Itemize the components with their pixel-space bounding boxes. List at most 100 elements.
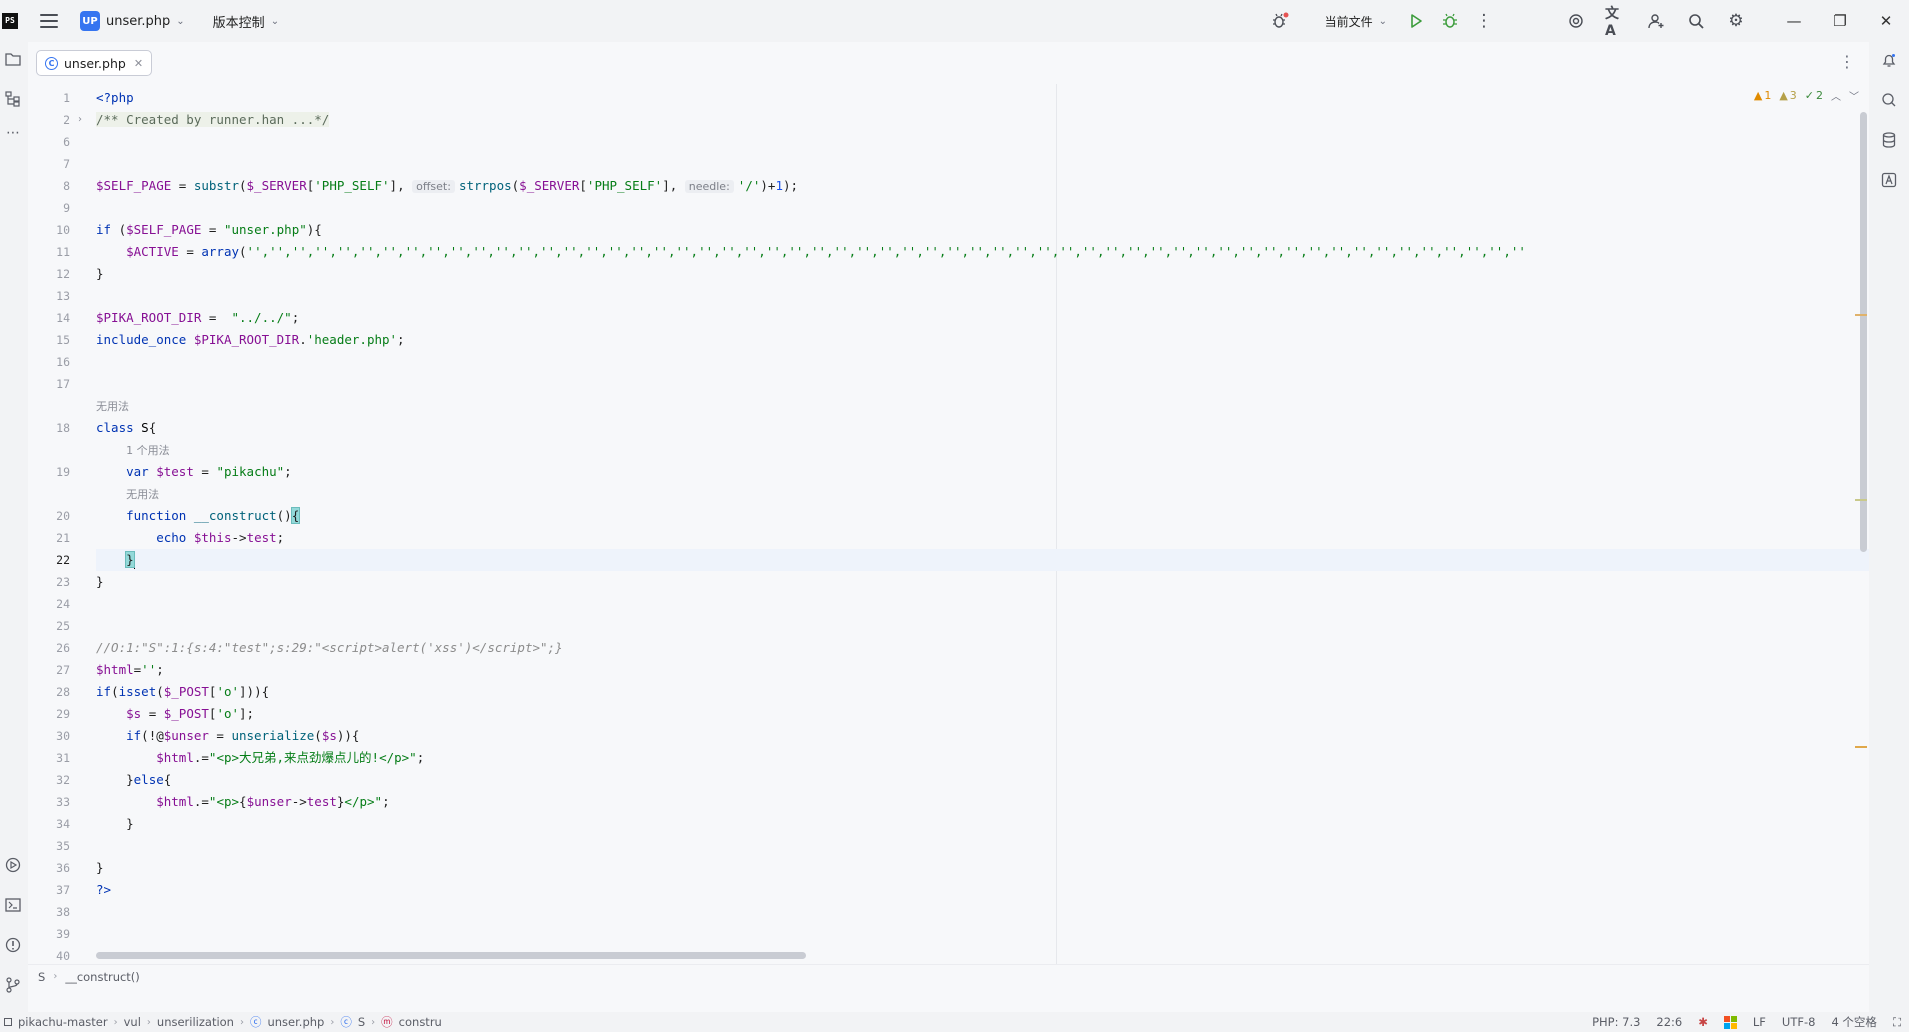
- code-line[interactable]: $html.="<p>大兄弟,来点劲爆点儿的!</p>";: [96, 747, 424, 769]
- code-line[interactable]: }: [96, 813, 134, 835]
- code-line[interactable]: }: [96, 263, 104, 285]
- weak-warning-count[interactable]: ✓ 2: [1805, 89, 1823, 102]
- horizontal-scrollbar[interactable]: [96, 952, 806, 959]
- error-count[interactable]: ▲ 1: [1754, 89, 1771, 102]
- fold-expand-icon[interactable]: ›: [78, 109, 82, 131]
- breadcrumb-class[interactable]: S: [38, 970, 45, 984]
- tab-options-icon[interactable]: ⋮: [1839, 52, 1855, 71]
- warning-marker[interactable]: [1855, 746, 1867, 748]
- code-line[interactable]: if(!@$unser = unserialize($s)){: [96, 725, 359, 747]
- code-line[interactable]: }: [96, 549, 135, 571]
- code-line[interactable]: }: [96, 571, 104, 593]
- code-line[interactable]: $html='';: [96, 659, 164, 681]
- more-vertical-icon[interactable]: ⋮: [1473, 10, 1495, 32]
- code-line[interactable]: function __construct(){: [96, 505, 301, 527]
- path-method[interactable]: constru: [399, 1015, 442, 1029]
- code-line[interactable]: ?>: [96, 879, 111, 901]
- next-highlight-icon[interactable]: ﹀: [1849, 88, 1859, 103]
- status-bar: pikachu-master › vul › unserilization › …: [0, 1012, 1909, 1032]
- code-line[interactable]: class S{: [96, 417, 156, 439]
- code-line[interactable]: 无用法: [96, 483, 159, 505]
- project-icon: [4, 1018, 12, 1026]
- code-line[interactable]: echo $this->test;: [96, 527, 284, 549]
- close-window-button[interactable]: ✕: [1863, 0, 1909, 42]
- translate-icon[interactable]: 文A: [1605, 6, 1627, 39]
- line-number: 26: [56, 641, 70, 655]
- search-icon[interactable]: [1685, 10, 1707, 32]
- ai-chat-icon[interactable]: [1877, 88, 1901, 112]
- line-number: 8: [63, 179, 70, 193]
- line-number: [46, 483, 70, 505]
- git-branch-icon[interactable]: [2, 974, 24, 996]
- code-line[interactable]: $s = $_POST['o'];: [96, 703, 254, 725]
- code-line[interactable]: 无用法: [96, 395, 129, 417]
- file-encoding[interactable]: UTF-8: [1782, 1015, 1816, 1029]
- line-number: 36: [56, 861, 70, 875]
- weak-warning-marker[interactable]: [1855, 499, 1867, 501]
- code-line[interactable]: //O:1:"S":1:{s:4:"test";s:29:"<script>al…: [96, 637, 563, 659]
- main-menu-button[interactable]: [40, 14, 58, 28]
- project-selector[interactable]: UP unser.php ⌄: [80, 11, 185, 31]
- run-services-icon[interactable]: [2, 854, 24, 876]
- path-folder-unserilization[interactable]: unserilization: [157, 1015, 234, 1029]
- inspection-indicators[interactable]: ▲ 1 ▲ 3 ✓ 2 ︿ ﹀: [1754, 88, 1859, 103]
- warning-marker[interactable]: [1855, 314, 1867, 316]
- line-separator[interactable]: LF: [1753, 1015, 1766, 1029]
- code-line[interactable]: if ($SELF_PAGE = "unser.php"){: [96, 219, 322, 241]
- code-line[interactable]: include_once $PIKA_ROOT_DIR.'header.php'…: [96, 329, 405, 351]
- lock-icon[interactable]: ⛶: [1893, 1015, 1901, 1030]
- tab-unser-php[interactable]: C unser.php ✕: [36, 50, 153, 76]
- breadcrumb-method[interactable]: __construct(): [65, 970, 139, 984]
- structure-icon[interactable]: [2, 88, 24, 110]
- more-tools-icon[interactable]: ⋯: [2, 122, 24, 144]
- code-text[interactable]: <?php/** Created by runner.han ...*/ $SEL…: [96, 84, 1869, 964]
- code-line[interactable]: if(isset($_POST['o'])){: [96, 681, 269, 703]
- code-line[interactable]: $PIKA_ROOT_DIR = "../../";: [96, 307, 299, 329]
- indent-setting[interactable]: 4 个空格: [1831, 1014, 1876, 1030]
- php-version[interactable]: PHP: 7.3: [1592, 1015, 1640, 1029]
- run-icon[interactable]: [1405, 10, 1427, 32]
- ai-assistant-icon[interactable]: [1565, 10, 1587, 32]
- line-number: 11: [56, 245, 70, 259]
- terminal-icon[interactable]: [2, 894, 24, 916]
- method-icon: ⓜ: [381, 1015, 393, 1029]
- warning-count[interactable]: ▲ 3: [1779, 89, 1796, 102]
- inspection-bug-icon[interactable]: ✱: [1698, 1015, 1708, 1029]
- settings-gear-icon[interactable]: ⚙: [1725, 10, 1747, 32]
- code-line[interactable]: $SELF_PAGE = substr($_SERVER['PHP_SELF']…: [96, 175, 798, 197]
- code-line[interactable]: $ACTIVE = array('','','','','','','','',…: [96, 241, 1526, 263]
- path-file[interactable]: unser.php: [267, 1015, 324, 1029]
- code-line[interactable]: /** Created by runner.han ...*/: [96, 109, 330, 131]
- previous-highlight-icon[interactable]: ︿: [1831, 88, 1841, 103]
- ai-assistant-panel-icon[interactable]: [1877, 168, 1901, 192]
- run-config-selector[interactable]: 当前文件 ⌄: [1325, 13, 1387, 30]
- code-line[interactable]: var $test = "pikachu";: [96, 461, 292, 483]
- vertical-scrollbar[interactable]: [1860, 112, 1867, 552]
- line-number: 30: [56, 729, 70, 743]
- path-project[interactable]: pikachu-master: [18, 1015, 108, 1029]
- windows-logo-icon[interactable]: [1723, 1015, 1737, 1029]
- add-user-icon[interactable]: [1645, 10, 1667, 32]
- path-folder-vul[interactable]: vul: [124, 1015, 141, 1029]
- line-number: 21: [56, 531, 70, 545]
- code-line[interactable]: }else{: [96, 769, 171, 791]
- problems-icon[interactable]: [2, 934, 24, 956]
- vcs-menu[interactable]: 版本控制 ⌄: [213, 12, 279, 31]
- code-line[interactable]: <?php: [96, 87, 134, 109]
- close-tab-icon[interactable]: ✕: [134, 57, 143, 70]
- code-editor[interactable]: 1 2 › 6 7 8 9 10 11 12 13 14 15 16 17 18 19 20 21 22 23 24 25 2…: [28, 84, 1869, 964]
- path-class[interactable]: S: [358, 1015, 365, 1029]
- database-icon[interactable]: [1877, 128, 1901, 152]
- debug-bug-icon[interactable]: [1269, 10, 1291, 32]
- code-line[interactable]: $html.="<p>{$unser->test}</p>";: [96, 791, 389, 813]
- minimize-button[interactable]: —: [1771, 0, 1817, 42]
- code-line[interactable]: 1 个用法: [96, 439, 170, 461]
- code-line[interactable]: }: [96, 857, 104, 879]
- line-number: 25: [56, 619, 70, 633]
- project-folder-icon[interactable]: [2, 48, 24, 70]
- debug-icon[interactable]: [1439, 10, 1461, 32]
- editor-tab-bar: C unser.php ✕ ⋮: [28, 42, 1869, 84]
- restore-button[interactable]: ❐: [1817, 0, 1863, 42]
- notifications-bell-icon[interactable]: [1877, 48, 1901, 72]
- cursor-position[interactable]: 22:6: [1656, 1015, 1682, 1029]
